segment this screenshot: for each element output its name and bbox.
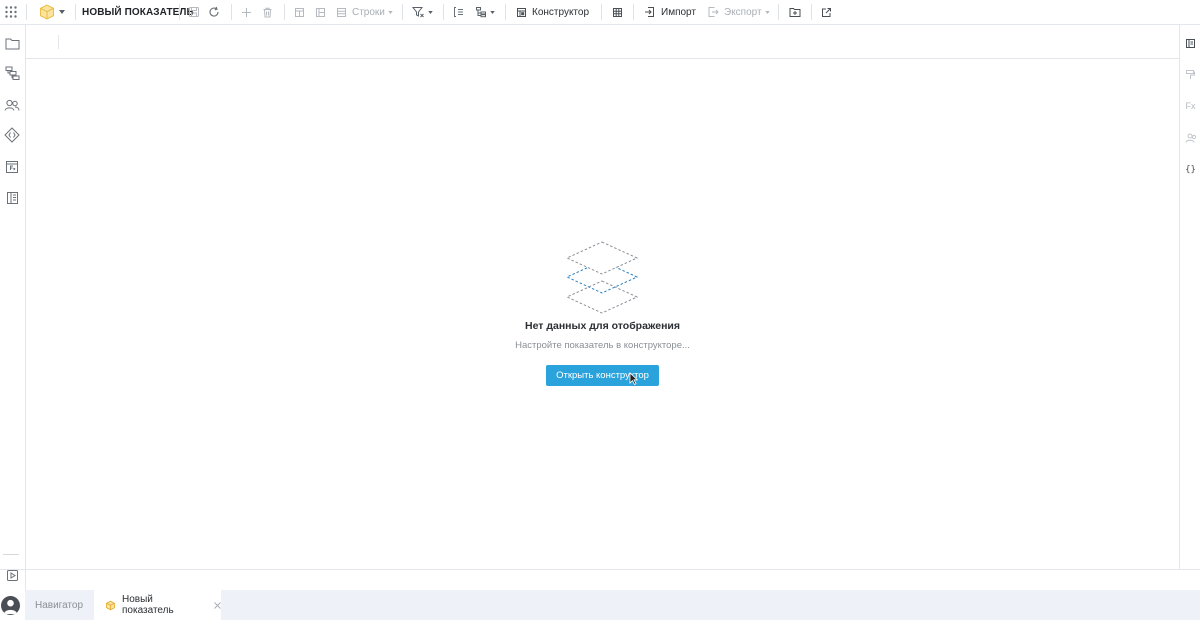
hierarchy-icon — [5, 66, 20, 80]
empty-state-title: Нет данных для отображения — [524, 320, 680, 332]
chevron-down-icon — [428, 10, 433, 14]
plus-icon — [241, 7, 252, 18]
export-dropdown[interactable]: Экспорт — [707, 0, 770, 24]
empty-state-hint: Настройте показатель в конструкторе... — [515, 340, 690, 351]
fx-icon: Fx — [1185, 100, 1196, 111]
formula-button[interactable]: Fx — [1182, 97, 1199, 114]
export-label: Экспорт — [724, 6, 762, 18]
users-icon — [4, 99, 20, 112]
rows-icon — [336, 7, 347, 18]
add-button[interactable] — [241, 0, 252, 24]
sidebar-item-users[interactable] — [3, 96, 21, 114]
database-users-icon — [1185, 133, 1197, 144]
mouse-cursor-icon — [629, 372, 638, 385]
sidebar-item-code[interactable] — [3, 126, 21, 144]
chevron-down-icon — [490, 10, 495, 14]
export-icon — [707, 6, 719, 18]
import-icon — [644, 6, 656, 18]
right-sidebar: Fx {} — [1179, 25, 1200, 570]
constructor-label: Конструктор — [532, 6, 590, 18]
top-toolbar: НОВЫЙ ПОКАЗАТЕЛЬ Строки Конструктор Импо… — [0, 0, 1200, 25]
folder-plus-icon — [789, 6, 801, 18]
external-link-icon — [821, 7, 832, 18]
secondary-toolbar — [26, 25, 1179, 59]
data-sources-button[interactable] — [1182, 130, 1199, 147]
chevron-down-icon — [388, 10, 393, 14]
code-diamond-icon — [4, 127, 20, 143]
add-folder-button[interactable] — [789, 0, 801, 24]
left-sidebar — [0, 25, 26, 590]
rows-label: Строки — [352, 6, 385, 18]
panel-icon — [1185, 38, 1196, 49]
function-box-icon — [5, 160, 19, 174]
tab-new-indicator[interactable]: Новый показатель — [94, 590, 221, 620]
paint-roller-icon — [1185, 69, 1196, 80]
sidebar-item-functions[interactable] — [3, 158, 21, 176]
constructor-icon — [516, 7, 527, 18]
empty-layers-icon — [562, 238, 642, 314]
trash-icon — [262, 7, 273, 18]
table-header-button[interactable] — [294, 0, 305, 24]
open-constructor-button[interactable]: Открыть конструктор — [546, 365, 659, 386]
refresh-button[interactable] — [208, 0, 220, 24]
book-icon — [6, 191, 19, 205]
save-button[interactable] — [188, 0, 200, 24]
grid-table-icon — [612, 7, 623, 18]
tab-navigator[interactable]: Навигатор — [25, 590, 93, 620]
list-brackets-button[interactable] — [453, 0, 465, 24]
sidebar-item-documents[interactable] — [3, 189, 21, 207]
open-external-button[interactable] — [821, 0, 832, 24]
sidebar-item-folders[interactable] — [3, 34, 21, 52]
json-button[interactable]: {} — [1182, 161, 1199, 178]
delete-button[interactable] — [262, 0, 273, 24]
tab-label: Новый показатель — [122, 594, 174, 616]
cube-icon — [38, 3, 56, 21]
save-icon — [188, 6, 200, 18]
sidebar-item-hierarchy[interactable] — [3, 64, 21, 82]
user-avatar[interactable] — [1, 596, 20, 615]
user-icon — [4, 599, 17, 614]
import-label: Импорт — [661, 6, 696, 18]
chevron-down-icon — [59, 10, 65, 14]
close-icon[interactable] — [214, 601, 221, 609]
tab-label: Навигатор — [34, 599, 84, 611]
hierarchy-icon — [475, 6, 487, 18]
pivot-table-button[interactable] — [612, 0, 623, 24]
chevron-down-icon — [764, 10, 770, 14]
document-title: НОВЫЙ ПОКАЗАТЕЛЬ — [82, 0, 194, 24]
properties-panel-button[interactable] — [1182, 35, 1199, 52]
play-box-icon — [6, 569, 19, 582]
folder-icon — [5, 37, 20, 50]
import-button[interactable]: Импорт — [644, 0, 696, 24]
format-painter-button[interactable] — [1182, 66, 1199, 83]
table-column-button[interactable] — [315, 0, 326, 24]
filter-icon — [412, 6, 425, 18]
hierarchy-dropdown[interactable] — [475, 0, 495, 24]
list-brackets-icon — [453, 6, 465, 18]
constructor-button[interactable]: Конструктор — [516, 0, 589, 24]
document-title-text: НОВЫЙ ПОКАЗАТЕЛЬ — [82, 6, 194, 18]
refresh-icon — [208, 6, 220, 18]
table-header-icon — [294, 7, 305, 18]
table-column-icon — [315, 7, 326, 18]
bottom-tab-bar: Навигатор Новый показатель — [25, 590, 1200, 620]
cube-icon — [105, 600, 116, 611]
object-type-dropdown[interactable] — [38, 0, 65, 24]
filter-dropdown[interactable] — [412, 0, 433, 24]
rows-dropdown[interactable]: Строки — [336, 0, 393, 24]
app-grid-icon[interactable] — [4, 0, 18, 24]
braces-icon: {} — [1185, 164, 1196, 175]
